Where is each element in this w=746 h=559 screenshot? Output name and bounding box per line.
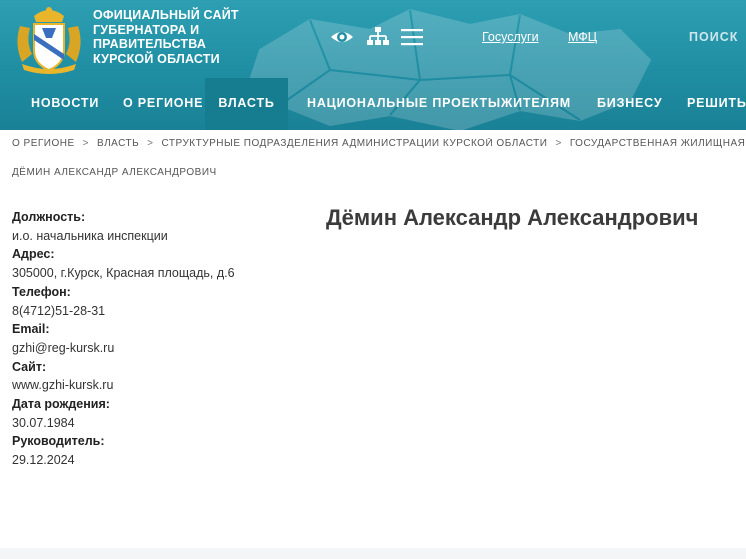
sitemap-icon[interactable] bbox=[366, 26, 390, 48]
gosuslugi-link[interactable]: Госуслуги bbox=[482, 30, 539, 44]
nav-item-residents[interactable]: ЖИТЕЛЯМ bbox=[501, 78, 571, 130]
kursk-coat-of-arms-logo[interactable] bbox=[12, 4, 86, 74]
site-title-line: КУРСКОЙ ОБЛАСТИ bbox=[93, 51, 220, 66]
nav-item-power[interactable]: ВЛАСТЬ bbox=[205, 78, 288, 130]
mfc-link[interactable]: МФЦ bbox=[568, 30, 597, 44]
field-value-position: и.о. начальника инспекции bbox=[12, 228, 168, 243]
field-label-head: Руководитель: bbox=[12, 434, 105, 449]
breadcrumb-item[interactable]: ВЛАСТЬ bbox=[97, 138, 139, 149]
field-label-position: Должность: bbox=[12, 210, 86, 224]
field-value-address: 305000, г.Курск, Красная площадь, д.6 bbox=[12, 266, 235, 281]
site-title-line: ОФИЦИАЛЬНЫЙ САЙТ bbox=[93, 8, 239, 22]
field-value-site: www.gzhi-kursk.ru bbox=[12, 378, 114, 393]
field-label-birthdate: Дата рождения: bbox=[12, 397, 110, 412]
breadcrumb-item[interactable]: СТРУКТУРНЫЕ ПОДРАЗДЕЛЕНИЯ АДМИНИСТРАЦИИ … bbox=[162, 138, 548, 149]
person-info: Должность: и.о. начальника инспекции Адр… bbox=[12, 208, 312, 470]
nav-item-about-region[interactable]: О РЕГИОНЕ bbox=[123, 78, 203, 130]
field-label-email: Email: bbox=[12, 322, 50, 337]
nav-item-business[interactable]: БИЗНЕСУ bbox=[597, 78, 662, 130]
breadcrumb-item[interactable]: ГОСУДАРСТВЕННАЯ ЖИЛИЩНАЯ ИНСПЕКЦИЯ КУРСК… bbox=[570, 138, 746, 149]
field-value-birthdate: 30.07.1984 bbox=[12, 415, 75, 430]
breadcrumb-separator: > bbox=[82, 138, 90, 149]
site-title[interactable]: ОФИЦИАЛЬНЫЙ САЙТ ГУБЕРНАТОРА И ПРАВИТЕЛЬ… bbox=[93, 8, 239, 66]
breadcrumb-item[interactable]: О РЕГИОНЕ bbox=[12, 138, 75, 149]
field-value-phone: 8(4712)51-28-31 bbox=[12, 303, 106, 318]
menu-icon[interactable] bbox=[400, 26, 424, 48]
site-title-line: ГУБЕРНАТОРА И bbox=[93, 22, 200, 37]
nav-item-news[interactable]: НОВОСТИ bbox=[31, 78, 99, 130]
field-value-email: gzhi@reg-kursk.ru bbox=[12, 340, 115, 355]
field-value-head: 29.12.2024 bbox=[12, 453, 75, 468]
eye-icon[interactable] bbox=[330, 26, 354, 48]
breadcrumb-separator: > bbox=[555, 138, 562, 149]
breadcrumb-separator: > bbox=[147, 138, 154, 149]
field-label-phone: Телефон: bbox=[12, 284, 71, 299]
breadcrumb-current: ДЁМИН АЛЕКСАНДР АЛЕКСАНДРОВИЧ bbox=[12, 167, 217, 178]
site-header: ОФИЦИАЛЬНЫЙ САЙТ ГУБЕРНАТОРА И ПРАВИТЕЛЬ… bbox=[0, 0, 746, 130]
search-button[interactable]: ПОИСК bbox=[689, 30, 738, 44]
field-label-address: Адрес: bbox=[12, 247, 55, 262]
nav-item-solve-problem[interactable]: РЕШИТЬ ПРОБЛЕМУ bbox=[687, 78, 746, 130]
footer-strip bbox=[0, 548, 746, 559]
nav-item-national-projects[interactable]: НАЦИОНАЛЬНЫЕ ПРОЕКТЫ bbox=[307, 78, 501, 130]
breadcrumb: О РЕГИОНЕ > ВЛАСТЬ > СТРУКТУРНЫЕ ПОДРАЗДЕЛЕН… bbox=[12, 138, 746, 149]
main-nav: НОВОСТИ О РЕГИОНЕ ВЛАСТЬ НАЦИОНАЛЬНЫЕ ПР… bbox=[0, 78, 746, 130]
person-name-heading: Дёмин Александр Александрович bbox=[326, 205, 699, 230]
field-label-site: Сайт: bbox=[12, 359, 47, 374]
site-title-line: ПРАВИТЕЛЬСТВА bbox=[93, 37, 207, 51]
